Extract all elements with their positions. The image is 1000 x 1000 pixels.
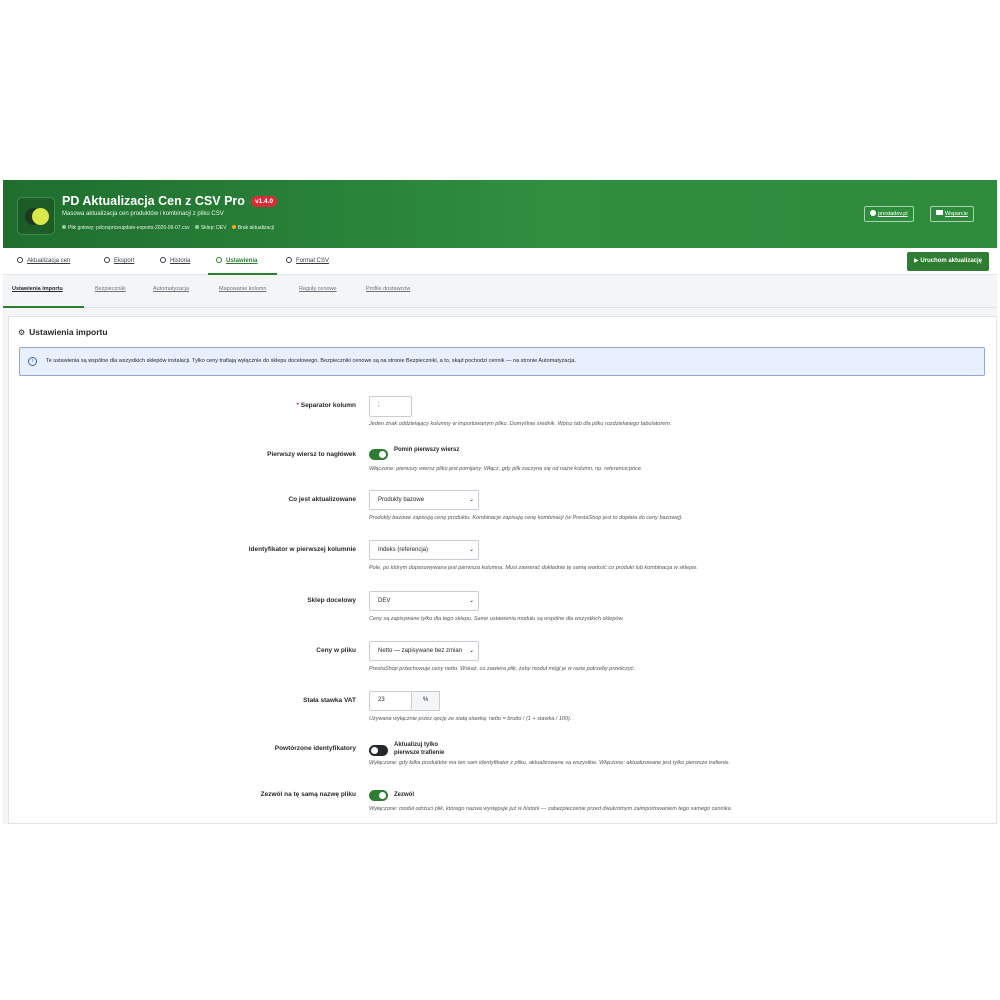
update-target-select[interactable]: Produkty bazowe ⌄ [369, 490, 479, 510]
globe-icon [870, 210, 876, 216]
subtab-column-mapping[interactable]: Mapowanie kolumn [219, 286, 266, 292]
field-help: Ceny są zapisywane tylko dla tego sklepu… [369, 616, 624, 622]
support-link-label: Wsparcie [945, 211, 968, 217]
settings-panel: ⚙ Ustawienia importu i Te ustawienia są w… [8, 316, 997, 824]
required-mark: * [296, 402, 299, 409]
chevron-down-icon: ⌄ [466, 541, 474, 559]
field-help: Produkty bazowe zapisują cenę produktu. … [369, 515, 683, 521]
question-icon [286, 257, 292, 263]
upload-icon [17, 257, 23, 263]
field-label-text: Separator kolumn [300, 402, 356, 409]
tab-settings-label: Ustawienia [226, 258, 258, 264]
field-help: Włączone: pierwszy wiersz pliku jest pom… [369, 466, 643, 472]
field-label: Powtórzone identyfikatory [274, 745, 356, 752]
status-dot-file [62, 225, 66, 229]
info-alert: i Te ustawienia są wspólne dla wszystkic… [19, 347, 985, 376]
field-help: Jeden znak oddzielający kolumny w import… [369, 421, 672, 427]
select-value: DEV [378, 598, 391, 604]
subtab-automation[interactable]: Automatyzacja [153, 286, 189, 292]
field-label: Co jest aktualizowane [288, 496, 356, 503]
gears-icon: ⚙ [18, 328, 26, 337]
chevron-down-icon: ⌄ [466, 642, 474, 660]
tab-export[interactable]: Eksport [104, 257, 134, 264]
subtab-price-rules[interactable]: Reguły cenowe [299, 286, 337, 292]
tab-history[interactable]: Historia [160, 257, 190, 264]
field-label: Identyfikator w pierwszej kolumnie [248, 546, 356, 553]
target-shop-select[interactable]: DEV ⌄ [369, 591, 479, 611]
duplicate-ids-toggle[interactable] [369, 745, 388, 756]
site-link-button[interactable]: prestadev.pl [864, 206, 914, 222]
module-subtitle: Masowa aktualizacja cen produktów i komb… [62, 211, 224, 217]
field-help: Pole, po którym dopasowywana jest pierws… [369, 565, 698, 571]
clock-icon [160, 257, 166, 263]
info-alert-text: Te ustawienia są wspólne dla wszystkich … [46, 358, 577, 364]
status-dot-update [231, 225, 236, 229]
field-help: Wyłączone: gdy kilka produktów ma ten sa… [369, 760, 731, 766]
same-name-toggle[interactable] [369, 790, 388, 801]
select-value: Netto — zapisywane bez zmian [378, 648, 463, 654]
info-circle-icon: i [28, 357, 37, 366]
panel-title: ⚙ Ustawienia importu [18, 327, 108, 337]
tab-history-label: Historia [170, 258, 191, 264]
support-link-button[interactable]: Wsparcie [930, 206, 974, 222]
module-header: PD Aktualizacja Cen z CSV Pro v1.4.0 Maso… [3, 180, 997, 248]
module-logo [17, 197, 55, 235]
run-update-button[interactable]: ▶ Uruchom aktualizację [907, 252, 989, 271]
subtab-safeguards[interactable]: Bezpieczniki [95, 286, 126, 292]
status-file: Plik gotowy: pdcsvpriceupdate-exports-20… [68, 225, 190, 231]
field-label: * Separator kolumn [296, 402, 356, 409]
field-help: PrestaShop przechowuje ceny netto. Wskaż… [369, 666, 635, 672]
tab-csv-format-label: Format CSV [296, 258, 330, 264]
tab-update-label: Aktualizacja cen [27, 258, 71, 264]
vat-rate-input[interactable]: 23 [369, 691, 412, 711]
tab-export-label: Eksport [114, 258, 135, 264]
field-label: Zezwól na tę samą nazwę pliku [260, 791, 356, 798]
active-subtab-indicator [3, 306, 84, 308]
tab-update[interactable]: Aktualizacja cen [17, 257, 70, 264]
module-title: PD Aktualizacja Cen z CSV Pro v1.4.0 [62, 194, 278, 208]
vat-unit-addon: % [412, 691, 440, 711]
settings-subtabs: Ustawienia importu Bezpieczniki Automaty… [3, 275, 997, 308]
chevron-down-icon: ⌄ [466, 491, 474, 509]
module-title-text: PD Aktualizacja Cen z CSV Pro [62, 194, 245, 208]
field-label: Pierwszy wiersz to nagłówek [267, 451, 356, 458]
tab-settings[interactable]: Ustawienia [216, 257, 257, 264]
separator-input[interactable]: ; [369, 396, 412, 417]
identifier-select[interactable]: Indeks (referencja) ⌄ [369, 540, 479, 560]
module-page: PD Aktualizacja Cen z CSV Pro v1.4.0 Maso… [3, 180, 997, 824]
chevron-down-icon: ⌄ [466, 592, 474, 610]
envelope-icon [936, 210, 943, 215]
subtab-supplier-profiles[interactable]: Profile dostawców [366, 286, 410, 292]
status-dot-shop [194, 225, 199, 229]
tab-csv-format[interactable]: Format CSV [286, 257, 329, 264]
status-update: Brak aktualizacji [237, 225, 274, 231]
download-icon [104, 257, 110, 263]
status-line: Plik gotowy: pdcsvpriceupdate-exports-20… [62, 225, 274, 231]
toggle-label: Pomiń pierwszy wiersz [394, 447, 460, 453]
field-help: Używana wyłącznie przez opcję ze stałą s… [369, 716, 572, 722]
select-value: Produkty bazowe [378, 497, 425, 503]
field-help: Wyłączone: moduł odrzuci plik, którego n… [369, 806, 733, 812]
toggle-label: Aktualizuj tylko pierwsze trafienie [394, 742, 445, 756]
field-label: Ceny w pliku [316, 647, 356, 654]
gears-icon [216, 257, 222, 263]
status-shop: Sklep: DEV [200, 225, 227, 231]
subtab-import-settings[interactable]: Ustawienia importu [12, 286, 63, 292]
select-value: Indeks (referencja) [378, 547, 429, 553]
header-row-toggle[interactable] [369, 449, 388, 460]
panel-title-text: Ustawienia importu [29, 327, 108, 337]
toggle-label: Zezwól [394, 792, 415, 798]
main-tabs: Aktualizacja cen Eksport Historia Ustawi… [3, 248, 997, 275]
prices-in-file-select[interactable]: Netto — zapisywane bez zmian ⌄ [369, 641, 479, 661]
field-label: Stała stawka VAT [303, 697, 356, 704]
version-badge: v1.4.0 [250, 196, 278, 207]
field-label: Sklep docelowy [307, 597, 356, 604]
site-link-label: prestadev.pl [878, 211, 908, 217]
